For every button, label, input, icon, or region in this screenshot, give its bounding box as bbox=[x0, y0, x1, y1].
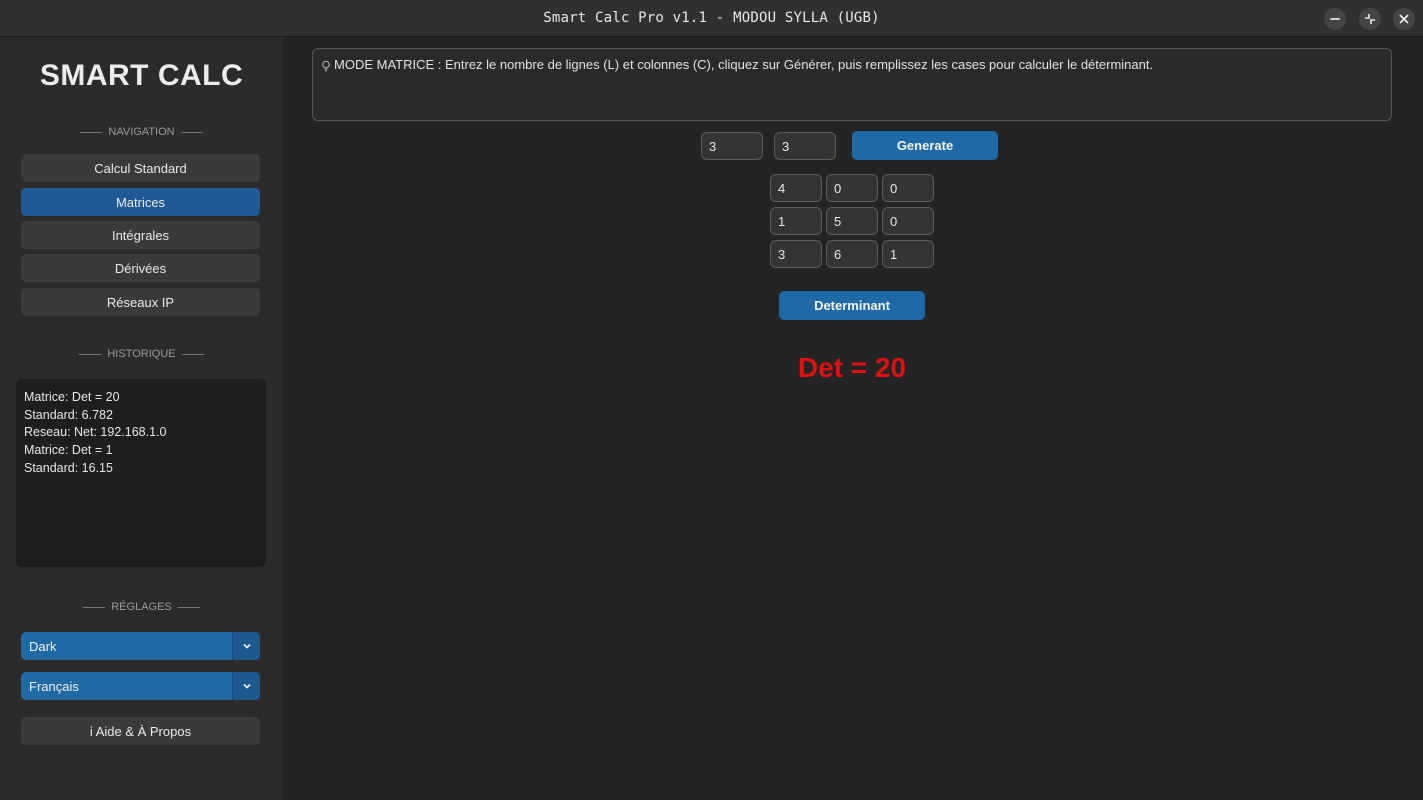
history-item: Standard: 6.782 bbox=[24, 407, 113, 422]
matrix-cell-r1c1[interactable] bbox=[770, 174, 822, 202]
info-text: MODE MATRICE : Entrez le nombre de ligne… bbox=[334, 57, 1154, 72]
theme-dropdown-button[interactable] bbox=[232, 632, 260, 660]
title-bar: Smart Calc Pro v1.1 - MODOU SYLLA (UGB) bbox=[0, 0, 1423, 37]
language-select[interactable]: Français bbox=[21, 672, 260, 700]
chevron-down-icon bbox=[242, 683, 251, 689]
matrix-cell-r1c2[interactable] bbox=[826, 174, 878, 202]
result-text: Det = 20 bbox=[797, 352, 907, 383]
close-button[interactable] bbox=[1393, 8, 1415, 30]
determinant-button[interactable]: Determinant bbox=[779, 291, 925, 320]
nav-label: Dérivées bbox=[114, 260, 167, 276]
restore-button[interactable] bbox=[1359, 8, 1381, 30]
matrix-cell-r3c2[interactable] bbox=[826, 240, 878, 268]
divider bbox=[83, 606, 106, 608]
settings-section-label: RÉGLAGES bbox=[0, 601, 283, 613]
window-title: Smart Calc Pro v1.1 - MODOU SYLLA (UGB) bbox=[543, 10, 880, 26]
divider bbox=[181, 353, 204, 355]
matrix-cell-r2c2[interactable] bbox=[826, 207, 878, 235]
chevron-down-icon bbox=[242, 643, 251, 649]
nav-reseaux-ip[interactable]: Réseaux IP bbox=[21, 288, 260, 316]
lightbulb-icon bbox=[322, 60, 330, 72]
history-item: Matrice: Det = 1 bbox=[24, 443, 113, 458]
info-box: MODE MATRICE : Entrez le nombre de ligne… bbox=[312, 48, 1392, 121]
help-button-label: i Aide & À Propos bbox=[89, 723, 192, 739]
divider bbox=[79, 353, 102, 355]
divider bbox=[180, 131, 203, 133]
minimize-icon bbox=[1330, 18, 1340, 20]
generate-label: Generate bbox=[896, 138, 954, 153]
matrix-cell-r3c1[interactable] bbox=[770, 240, 822, 268]
nav-label: Réseaux IP bbox=[106, 294, 175, 310]
nav-derivees[interactable]: Dérivées bbox=[21, 254, 260, 282]
restore-icon bbox=[1365, 14, 1375, 24]
matrix-cell-r3c3[interactable] bbox=[882, 240, 934, 268]
nav-label: Calcul Standard bbox=[94, 160, 187, 176]
matrix-cell-r1c3[interactable] bbox=[882, 174, 934, 202]
nav-calcul-standard[interactable]: Calcul Standard bbox=[21, 154, 260, 182]
theme-select-value: Dark bbox=[29, 638, 57, 654]
divider bbox=[80, 131, 103, 133]
nav-label: Matrices bbox=[115, 194, 166, 210]
history-label: HISTORIQUE bbox=[107, 348, 176, 360]
navigation-label: NAVIGATION bbox=[108, 126, 175, 138]
close-icon bbox=[1399, 14, 1409, 24]
history-section-label: HISTORIQUE bbox=[0, 348, 283, 360]
determinant-label: Determinant bbox=[814, 298, 890, 313]
divider bbox=[177, 606, 200, 608]
history-panel[interactable]: Matrice: Det = 20 Standard: 6.782 Reseau… bbox=[16, 379, 266, 567]
cols-input[interactable] bbox=[774, 132, 836, 160]
help-about-button[interactable]: i Aide & À Propos bbox=[21, 717, 260, 745]
nav-matrices[interactable]: Matrices bbox=[21, 188, 260, 216]
app-logo: SMART CALC bbox=[39, 59, 244, 92]
nav-label: Intégrales bbox=[111, 227, 170, 243]
history-item: Reseau: Net: 192.168.1.0 bbox=[24, 425, 167, 440]
sidebar: SMART CALC NAVIGATION Calcul Standard Ma… bbox=[0, 37, 283, 800]
nav-integrales[interactable]: Intégrales bbox=[21, 221, 260, 249]
rows-input[interactable] bbox=[701, 132, 763, 160]
settings-label: RÉGLAGES bbox=[111, 601, 172, 613]
history-item: Standard: 16.15 bbox=[24, 460, 113, 475]
matrix-cell-r2c3[interactable] bbox=[882, 207, 934, 235]
theme-select[interactable]: Dark bbox=[21, 632, 260, 660]
navigation-section-label: NAVIGATION bbox=[0, 126, 283, 138]
generate-button[interactable]: Generate bbox=[852, 131, 998, 160]
matrix-cell-r2c1[interactable] bbox=[770, 207, 822, 235]
history-item: Matrice: Det = 20 bbox=[24, 390, 120, 404]
language-select-value: Français bbox=[29, 678, 79, 694]
language-dropdown-button[interactable] bbox=[232, 672, 260, 700]
minimize-button[interactable] bbox=[1324, 8, 1346, 30]
